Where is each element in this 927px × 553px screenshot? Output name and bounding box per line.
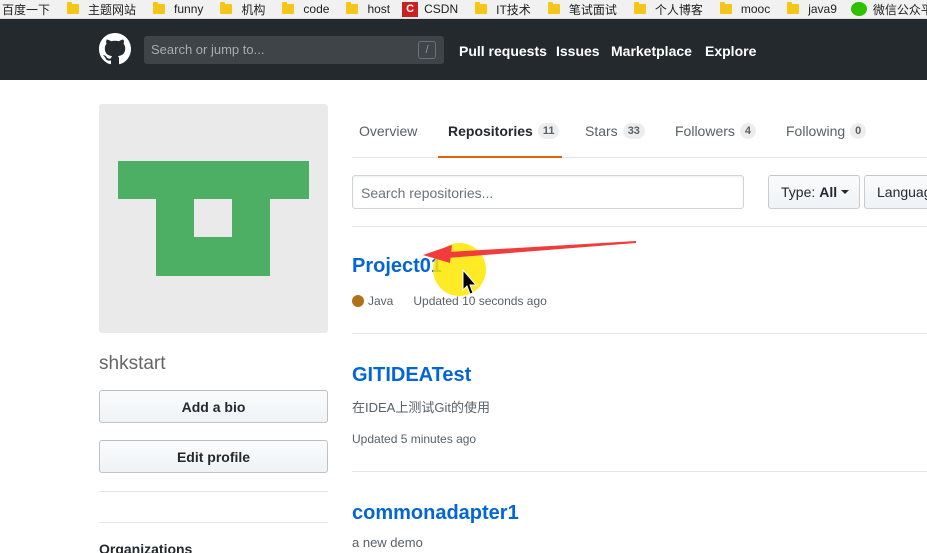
bookmark-folder-code[interactable]: code [282,0,330,18]
repo-updated: Updated 10 seconds ago [413,294,547,308]
bookmark-label: java9 [808,2,837,16]
tab-label: Followers [675,123,735,139]
divider [99,522,328,523]
divider [352,471,927,472]
github-logo-icon[interactable] [99,33,131,65]
repo-name-link[interactable]: GITIDEATest [352,364,471,387]
bookmark-label: code [303,2,330,16]
tab-label: Repositories [448,123,533,139]
repo-name-link[interactable]: Project01 [352,255,442,278]
folder-icon [220,2,233,14]
bookmark-folder-host[interactable]: host [346,0,391,18]
nav-explore[interactable]: Explore [705,43,756,59]
wechat-icon [850,2,867,16]
repositories-count: 11 [537,123,560,139]
identicon-icon [118,161,309,276]
bookmark-label: CSDN [424,2,459,16]
language-filter-label: Languag [877,184,927,200]
tab-label: Overview [359,123,418,139]
tab-overview[interactable]: Overview [359,123,417,139]
cursor-highlight [433,243,486,296]
repo-meta: Java Updated 10 seconds ago [352,294,547,308]
divider [352,226,927,227]
type-filter-value: All [819,184,838,200]
nav-issues[interactable]: Issues [556,43,600,59]
nav-marketplace[interactable]: Marketplace [611,43,692,59]
bookmark-folder-funny[interactable]: funny [153,0,204,18]
folder-icon [719,2,732,14]
repository-search-input[interactable]: Search repositories... [352,175,744,209]
bookmark-folder-interviews[interactable]: 笔试面试 [547,0,617,18]
folder-icon [475,2,488,14]
site-header: Search or jump to... / Pull requests Iss… [0,19,927,80]
bookmark-folder-personal-blog[interactable]: 个人博客 [633,0,703,18]
bookmark-folder-mooc[interactable]: mooc [719,0,771,18]
repo-language: Java [368,294,394,308]
selected-tab-indicator [438,156,562,158]
bookmarks-bar: 百度一下 主题网站 funny 机构 code host C CSDN IT技术… [0,0,927,19]
language-filter-dropdown[interactable]: Languag [864,175,927,209]
tab-repositories[interactable]: Repositories 11 [448,123,560,139]
csdn-icon: C [402,1,419,17]
folder-icon [633,2,646,14]
bookmark-label: 个人博客 [654,2,703,17]
folder-icon [787,2,800,14]
bookmark-label: 微信公众平台 [872,2,927,17]
repo-name-link[interactable]: commonadapter1 [352,502,519,525]
bookmark-folder-it-tech[interactable]: IT技术 [475,0,531,18]
tab-label: Following [786,123,846,139]
followers-count: 4 [739,123,757,139]
bookmark-csdn[interactable]: C CSDN [402,0,459,18]
organizations-heading: Organizations [99,541,193,553]
repo-description: a new demo [352,535,423,550]
add-bio-button[interactable]: Add a bio [99,390,328,423]
nav-pull-requests[interactable]: Pull requests [459,43,547,59]
folder-icon [282,2,295,14]
folder-icon [346,2,359,14]
folder-icon [153,2,166,14]
edit-profile-button[interactable]: Edit profile [99,440,328,473]
following-count: 0 [850,123,867,139]
tab-following[interactable]: Following 0 [786,123,867,139]
language-color-icon [352,295,364,307]
bookmark-label: 主题网站 [88,2,137,17]
type-filter-label: Type: [781,184,816,200]
global-search-input[interactable]: Search or jump to... / [144,36,444,64]
tab-label: Stars [585,123,618,139]
bookmark-label: 百度一下 [2,2,51,17]
caret-down-icon [841,190,850,194]
search-shortcut-key: / [418,41,436,59]
bookmark-label: 机构 [241,2,266,17]
folder-icon [547,2,560,14]
repo-updated: Updated 5 minutes ago [352,432,477,446]
repo-description: 在IDEA上测试Git的使用 [352,400,490,415]
bookmark-label: mooc [740,2,771,16]
bookmark-wechat[interactable]: 微信公众平台 [850,0,927,18]
bookmark-folder-theme-sites[interactable]: 主题网站 [67,0,137,18]
tab-followers[interactable]: Followers 4 [675,123,757,139]
stars-count: 33 [622,123,645,139]
divider [99,491,328,492]
profile-username: shkstart [99,353,166,374]
bookmark-label: IT技术 [496,2,531,17]
bookmark-label: 笔试面试 [568,2,617,17]
repository-search-placeholder: Search repositories... [361,185,494,201]
search-placeholder: Search or jump to... [151,42,265,57]
repo-meta: Updated 5 minutes ago [352,432,476,446]
divider [352,333,927,334]
type-filter-dropdown[interactable]: Type: All [768,175,860,209]
tab-stars[interactable]: Stars 33 [585,123,645,139]
bookmark-folder-java9[interactable]: java9 [787,0,837,18]
bookmark-label: funny [174,2,204,16]
bookmark-label: host [367,2,391,16]
bookmark-folder-institutions[interactable]: 机构 [220,0,266,18]
avatar[interactable] [99,104,328,333]
bookmark-baidu[interactable]: 百度一下 [2,0,51,18]
folder-icon [67,2,80,14]
